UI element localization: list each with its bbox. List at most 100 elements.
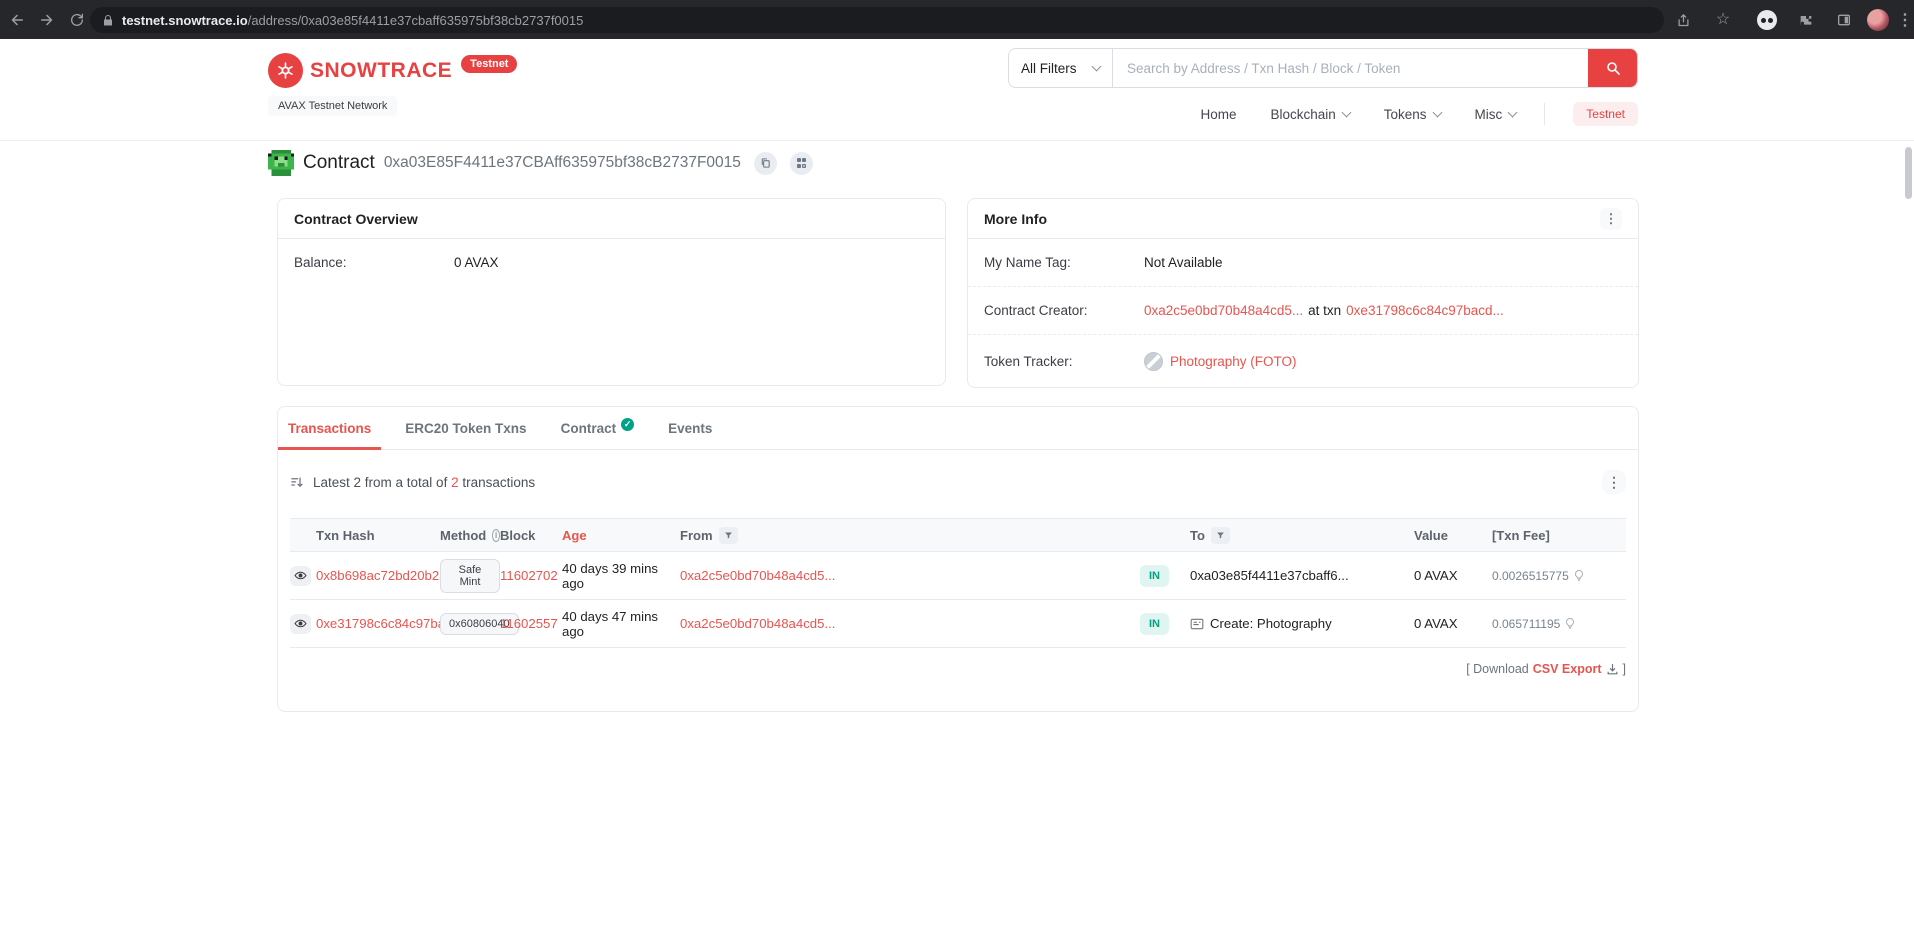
funnel-icon — [1217, 532, 1224, 538]
balance-value: 0 AVAX — [454, 254, 499, 270]
balance-row: Balance: 0 AVAX — [278, 239, 945, 285]
from-address-link[interactable]: 0xa2c5e0bd70b48a4cd5... — [680, 616, 1140, 631]
contract-address: 0xa03E85F4411e37CBAff635975bf38cB2737F00… — [383, 154, 741, 171]
nav-testnet-button[interactable]: Testnet — [1573, 102, 1638, 126]
sort-icon — [291, 477, 303, 487]
table-row: 0x8b698ac72bd20b2a64... Safe Mint 116027… — [290, 552, 1626, 600]
token-placeholder-icon — [1144, 351, 1163, 371]
url-path: /address/0xa03e85f4411e37cbaff635975bf38… — [247, 12, 584, 28]
eye-icon — [294, 571, 307, 580]
csv-export-row: [ Download CSV Export ] — [290, 662, 1626, 676]
creator-address-link[interactable]: 0xa2c5e0bd70b48a4cd5... — [1144, 303, 1303, 318]
to-filter-button[interactable] — [1210, 526, 1230, 544]
eye-icon — [294, 619, 307, 628]
token-tracker-row: Token Tracker: Photography (FOTO) — [968, 335, 1638, 387]
verified-check-icon: ✓ — [621, 417, 635, 431]
bookmark-star-icon[interactable]: ☆ — [1712, 9, 1734, 31]
csv-export-link[interactable]: CSV Export — [1533, 662, 1602, 676]
name-tag-label: My Name Tag: — [984, 255, 1071, 270]
nav-home[interactable]: Home — [1200, 107, 1236, 122]
transactions-table: Txn Hash Method i Block Age From To Value… — [290, 518, 1626, 648]
contract-create-link[interactable]: Create: Photography — [1210, 616, 1332, 631]
profile-avatar[interactable] — [1867, 9, 1889, 31]
search-filter-select[interactable]: All Filters — [1009, 49, 1113, 87]
txn-hash-link[interactable]: 0xe31798c6c84c97bacd... — [316, 616, 470, 631]
balance-label: Balance: — [294, 254, 347, 270]
token-tracker-link[interactable]: Photography (FOTO) — [1170, 354, 1297, 369]
to-address: 0xa03e85f4411e37cbaff6... — [1190, 568, 1349, 583]
extensions-puzzle-icon[interactable] — [1795, 9, 1817, 31]
forward-icon[interactable] — [36, 9, 58, 31]
more-info-card: More Info ⋮ My Name Tag: Not Available C… — [967, 198, 1639, 388]
col-txn-hash: Txn Hash — [316, 527, 375, 543]
contract-create-icon — [1190, 618, 1204, 629]
qr-code-icon — [796, 158, 807, 168]
tab-events[interactable]: Events — [658, 407, 722, 449]
from-filter-button[interactable] — [718, 526, 738, 544]
col-age[interactable]: Age — [562, 528, 680, 543]
col-block: Block — [500, 527, 536, 543]
share-icon[interactable] — [1672, 9, 1694, 31]
chevron-down-icon — [1507, 107, 1518, 118]
age-value: 40 days 47 mins ago — [562, 608, 659, 639]
tab-transactions[interactable]: Transactions — [278, 407, 382, 450]
site-header: SNOWTRACE Testnet AVAX Testnet Network A… — [0, 39, 1914, 141]
chevron-down-icon — [1341, 107, 1352, 118]
summary-text: Latest 2 from a total of 2 transactions — [313, 474, 536, 490]
lock-icon — [102, 14, 114, 27]
browser-menu-icon[interactable]: ⋮ — [1894, 9, 1914, 31]
copy-address-button[interactable] — [753, 151, 777, 175]
block-link[interactable]: 11602557 — [500, 616, 562, 631]
tab-contract[interactable]: Contract ✓ — [551, 407, 645, 449]
chevron-down-icon — [1432, 107, 1442, 118]
contract-overview-card: Contract Overview Balance: 0 AVAX — [277, 198, 946, 386]
extension-avatar-icon[interactable] — [1756, 9, 1778, 31]
download-icon — [1607, 663, 1617, 674]
snowtrace-logo[interactable]: SNOWTRACE Testnet — [268, 53, 518, 88]
preview-eye-button[interactable] — [290, 613, 311, 634]
col-method: Method — [440, 527, 487, 543]
scrollbar-thumb[interactable] — [1905, 147, 1912, 199]
nav-blockchain[interactable]: Blockchain — [1270, 107, 1352, 122]
preview-eye-button[interactable] — [290, 565, 311, 586]
network-label: AVAX Testnet Network — [268, 96, 398, 116]
col-txn-fee: [Txn Fee] — [1492, 527, 1550, 543]
txn-hash-link[interactable]: 0x8b698ac72bd20b2a64... — [316, 568, 472, 583]
more-info-menu-button[interactable]: ⋮ — [1600, 207, 1622, 230]
creator-txn-link[interactable]: 0xe31798c6c84c97bacd... — [1346, 303, 1504, 318]
brand-testnet-badge: Testnet — [461, 55, 518, 73]
page-title: Contract — [303, 152, 375, 173]
brand-name: SNOWTRACE — [310, 58, 453, 82]
download-close: ] — [1622, 662, 1626, 676]
nav-tokens[interactable]: Tokens — [1384, 107, 1442, 122]
creator-connector: at txn — [1308, 303, 1342, 318]
tab-erc20-token-txns[interactable]: ERC20 Token Txns — [395, 407, 536, 449]
browser-toolbar: testnet.snowtrace.io/address/0xa03e85f44… — [0, 0, 1914, 39]
url-bar[interactable]: testnet.snowtrace.io/address/0xa03e85f44… — [90, 7, 1664, 33]
tracker-label: Token Tracker: — [984, 353, 1073, 369]
tab-bar: Transactions ERC20 Token Txns Contract ✓ … — [278, 407, 1638, 450]
transactions-menu-button[interactable]: ⋮ — [1602, 470, 1626, 494]
creator-label: Contract Creator: — [984, 303, 1088, 318]
from-address-link[interactable]: 0xa2c5e0bd70b48a4cd5... — [680, 568, 1140, 583]
value-cell: 0 AVAX — [1414, 568, 1458, 583]
reload-icon[interactable] — [66, 9, 88, 31]
main-nav: Home Blockchain Tokens Misc Testnet — [1200, 102, 1638, 126]
qr-code-button[interactable] — [789, 151, 813, 175]
back-icon[interactable] — [6, 9, 28, 31]
gas-bulb-icon — [1574, 569, 1583, 581]
side-panel-icon[interactable] — [1833, 9, 1855, 31]
contract-creator-row: Contract Creator: 0xa2c5e0bd70b48a4cd5..… — [968, 287, 1638, 335]
table-row: 0xe31798c6c84c97bacd... 0x60806040 11602… — [290, 600, 1626, 648]
summary-count: 2 — [451, 474, 459, 490]
search-button[interactable] — [1588, 49, 1637, 87]
search-input[interactable] — [1113, 49, 1588, 87]
gas-bulb-icon — [1566, 617, 1575, 629]
age-value: 40 days 39 mins ago — [562, 560, 659, 591]
transactions-card: Transactions ERC20 Token Txns Contract ✓ … — [277, 406, 1639, 712]
funnel-icon — [724, 532, 732, 538]
nav-misc[interactable]: Misc — [1475, 107, 1518, 122]
info-icon[interactable]: i — [492, 528, 500, 542]
block-link[interactable]: 11602702 — [500, 568, 562, 583]
col-to: To — [1190, 527, 1205, 543]
